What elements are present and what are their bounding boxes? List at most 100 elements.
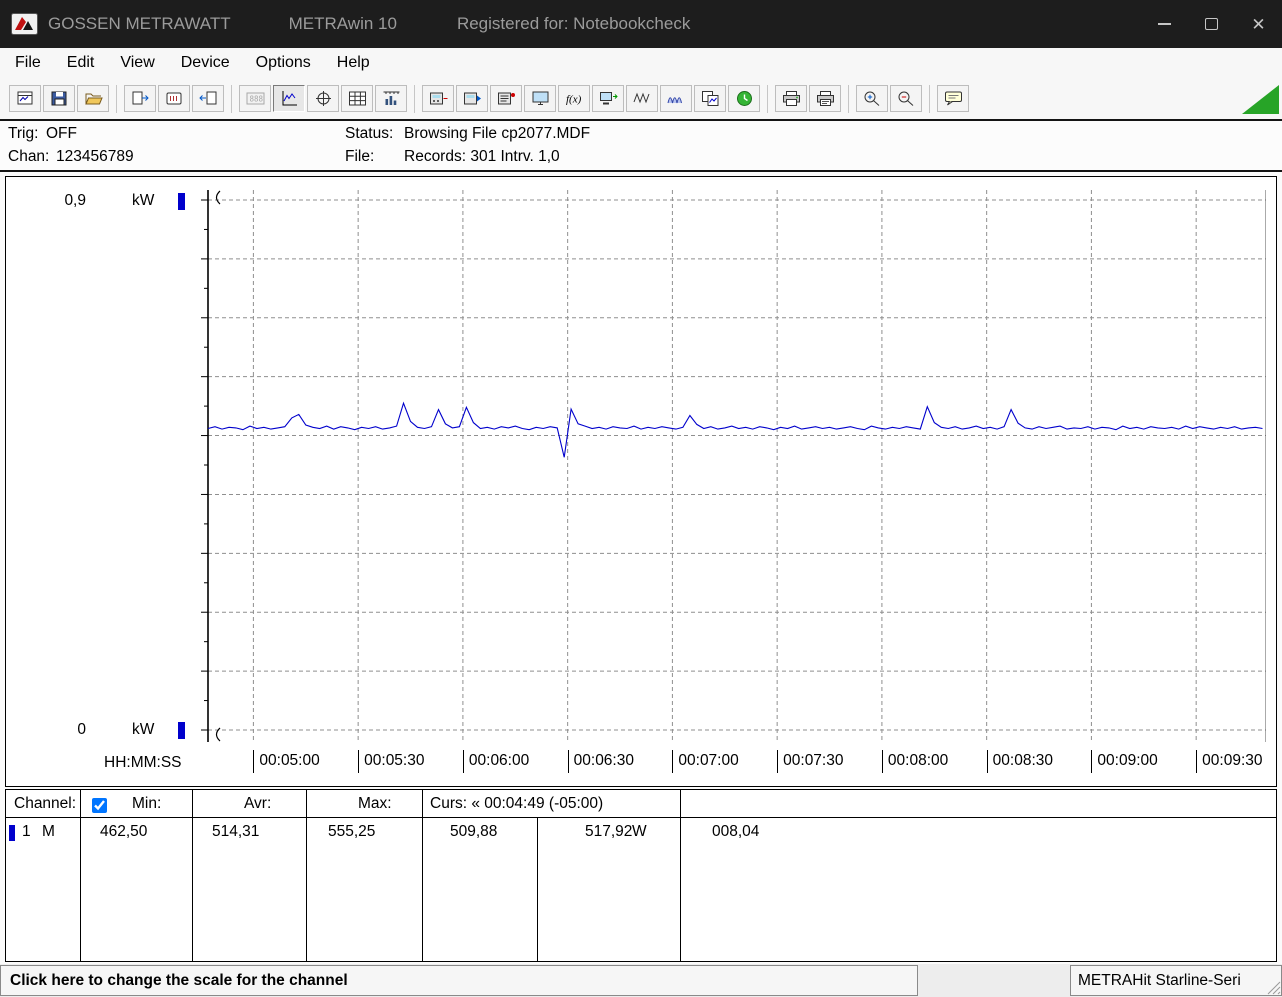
table-divider [306, 790, 307, 961]
open-icon [84, 93, 103, 105]
zoom-mode-button[interactable] [856, 85, 888, 112]
annotation-button[interactable] [937, 85, 969, 112]
table-view-button[interactable] [341, 85, 373, 112]
save-icon [51, 91, 66, 106]
save-button[interactable] [43, 85, 75, 112]
zoom-in-icon [864, 91, 879, 106]
status-bar: Click here to change the scale for the c… [0, 964, 1282, 997]
channel-table: Channel: Min: Avr: Max: Curs: « 00:04:49… [5, 789, 1277, 962]
app-logo-icon [11, 13, 38, 35]
y-max-label[interactable]: 0,9 [50, 192, 86, 210]
cursor-bracket[interactable] [215, 190, 221, 205]
open-button[interactable] [77, 85, 109, 112]
pc-transfer-button[interactable] [592, 85, 624, 112]
x-tick-label: 00:05:30 [358, 750, 424, 773]
export-file-icon [132, 91, 149, 105]
minimize-icon [1158, 23, 1171, 25]
title-bar: GOSSEN METRAWATT METRAwin 10 Registered … [0, 0, 1282, 48]
menu-options[interactable]: Options [243, 48, 324, 78]
table-divider [80, 790, 81, 961]
device-read-button[interactable] [456, 85, 488, 112]
print-button[interactable] [775, 85, 807, 112]
zoom-out-icon [898, 91, 913, 106]
channel-scale-marker-top[interactable] [178, 193, 185, 210]
toolbar-separator [116, 84, 117, 113]
table-divider [680, 790, 681, 961]
table-divider [422, 790, 423, 961]
x-tick-label: 00:07:30 [777, 750, 843, 773]
close-button[interactable]: ✕ [1235, 0, 1282, 48]
maximize-button[interactable] [1188, 0, 1235, 48]
channel-min: 462,50 [100, 823, 148, 840]
close-icon: ✕ [1251, 14, 1266, 34]
file-label: File: [345, 148, 375, 165]
copy-curve-icon [701, 91, 718, 106]
channel-number[interactable]: 1 [22, 823, 31, 841]
zoom-out-button[interactable] [890, 85, 922, 112]
channel-visibility-checkbox[interactable] [92, 798, 107, 813]
print-setup-icon [816, 91, 834, 106]
new-window-button[interactable] [9, 85, 41, 112]
minimize-button[interactable] [1141, 0, 1188, 48]
channel-scale-marker-bottom[interactable] [178, 722, 185, 739]
toolbar-separator [414, 84, 415, 113]
table-divider [537, 817, 538, 961]
waveform-button[interactable] [626, 85, 658, 112]
device-setup-button[interactable] [422, 85, 454, 112]
menu-edit[interactable]: Edit [54, 48, 108, 78]
header-min: Min: [132, 795, 162, 812]
channel-cursor-b: 517,92 [585, 823, 633, 840]
header-channel: Channel: [14, 795, 77, 812]
digital-display-button[interactable]: 888 [239, 85, 271, 112]
channel-mode: M [42, 823, 55, 840]
menu-device[interactable]: Device [168, 48, 243, 78]
menu-view[interactable]: View [107, 48, 167, 78]
plot-area[interactable] [200, 190, 1266, 742]
channel-cursor-a: 509,88 [450, 823, 498, 840]
device-log-icon [497, 92, 515, 105]
power-chart[interactable] [200, 190, 1266, 742]
x-tick-label: 00:08:00 [881, 750, 948, 773]
table-view-icon [348, 91, 366, 106]
status-info-bar: Trig: OFF Chan: 123456789 Status: Browsi… [0, 119, 1282, 172]
menu-help[interactable]: Help [324, 48, 383, 78]
resize-grip-icon[interactable] [1267, 981, 1281, 995]
online-clock-button[interactable] [728, 85, 760, 112]
status-value: Browsing File cp2077.MDF [404, 125, 591, 142]
device-log-button[interactable] [490, 85, 522, 112]
scale-hint-cell[interactable]: Click here to change the scale for the c… [0, 965, 918, 996]
channel-color-marker [9, 825, 15, 841]
print-icon [782, 91, 800, 106]
toolbar-separator [848, 84, 849, 113]
maximize-icon [1205, 18, 1218, 30]
registered-text: Registered for: Notebookcheck [456, 14, 691, 33]
import-file-button[interactable] [192, 85, 224, 112]
monitor-display-button[interactable] [524, 85, 556, 112]
device-name-cell[interactable]: METRAHit Starline-Seri [1070, 965, 1282, 996]
copy-curve-button[interactable] [694, 85, 726, 112]
header-max: Max: [358, 795, 392, 812]
yt-chart-button[interactable] [273, 85, 305, 112]
import-file-icon [198, 91, 216, 105]
export-file-button[interactable] [124, 85, 156, 112]
x-tick-label: 00:09:00 [1091, 750, 1158, 773]
histogram-icon [383, 91, 399, 105]
formula-icon: f(x) [566, 94, 582, 106]
resize-corner-triangle[interactable] [1242, 85, 1279, 114]
formula-button[interactable]: f(x) [558, 85, 590, 112]
envelope-button[interactable] [660, 85, 692, 112]
histogram-button[interactable] [375, 85, 407, 112]
app-title: METRAwin 10 [288, 14, 397, 33]
toolbar-separator [929, 84, 930, 113]
xy-view-button[interactable] [307, 85, 339, 112]
power-series-line [207, 401, 1263, 458]
menu-file[interactable]: File [2, 48, 54, 78]
brand-text: GOSSEN METRAWATT [48, 14, 231, 33]
y-min-label[interactable]: 0 [50, 721, 86, 739]
memory-card-button[interactable] [158, 85, 190, 112]
print-setup-button[interactable] [809, 85, 841, 112]
xy-view-icon [315, 91, 331, 106]
online-clock-icon [736, 91, 752, 106]
monitor-display-icon [532, 91, 548, 105]
memory-card-icon [166, 92, 181, 105]
